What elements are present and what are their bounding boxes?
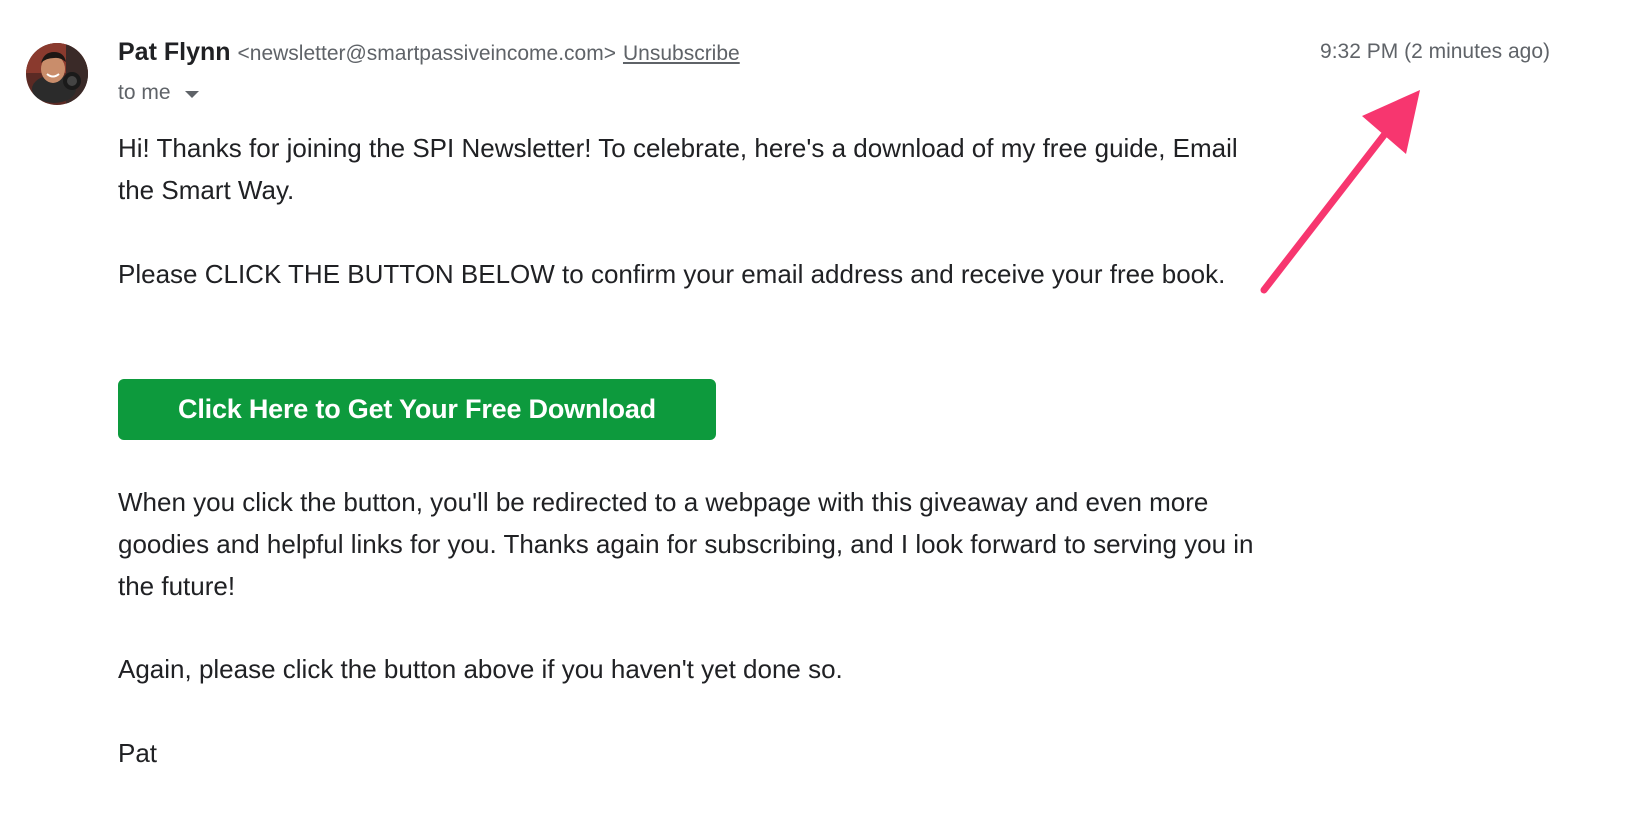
email-header: Pat Flynn <newsletter@smartpassiveincome…: [118, 38, 740, 74]
body-paragraph: Again, please click the button above if …: [118, 654, 843, 684]
caret-down-icon[interactable]: [184, 90, 199, 98]
email-timestamp: 9:32 PM (2 minutes ago): [1320, 40, 1550, 63]
sender-name[interactable]: Pat Flynn: [118, 38, 231, 67]
sender-avatar[interactable]: [26, 43, 88, 105]
body-paragraph: When you click the button, you'll be red…: [118, 487, 1254, 601]
recipient-label: to me: [118, 81, 171, 104]
sender-email: <newsletter@smartpassiveincome.com>: [237, 42, 616, 65]
recipient-details-toggle[interactable]: to me: [118, 78, 199, 108]
arrow-annotation: [1260, 90, 1420, 294]
signature: Pat: [118, 738, 158, 768]
free-download-button[interactable]: Click Here to Get Your Free Download: [118, 379, 716, 440]
unsubscribe-link[interactable]: Unsubscribe: [623, 42, 740, 66]
body-paragraph: Please CLICK THE BUTTON BELOW to confirm…: [118, 259, 1226, 289]
body-paragraph: Hi! Thanks for joining the SPI Newslette…: [118, 133, 1238, 205]
